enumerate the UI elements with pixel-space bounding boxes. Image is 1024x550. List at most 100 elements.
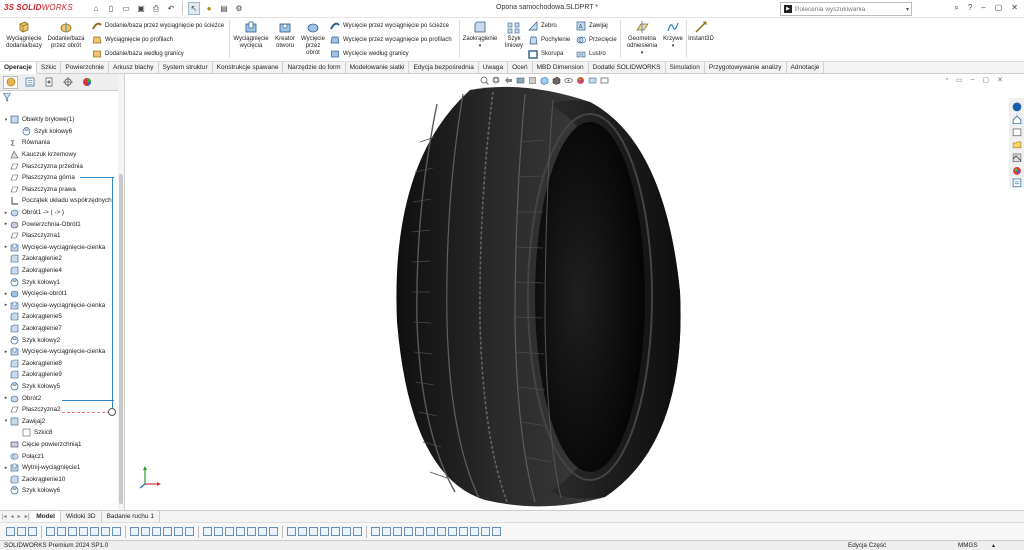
tab-3d-views[interactable]: Widoki 3D <box>61 510 102 523</box>
next-tab-icon[interactable]: ▸ <box>16 513 23 520</box>
tire-model[interactable] <box>375 82 705 512</box>
lofted-boss-button[interactable]: Wyciągnięcie po profilach <box>92 35 173 45</box>
tree-item[interactable]: Szyk kołowy5 <box>0 381 118 393</box>
tree-item[interactable]: ▾ Zawijaj2 <box>0 415 118 427</box>
tree-item[interactable]: Szyk kołowy6 <box>0 485 118 497</box>
draft-analysis-icon[interactable] <box>404 527 413 536</box>
boundary-cut-button[interactable]: Wycięcie według granicy <box>330 49 409 59</box>
tree-item[interactable]: Zaokrąglenie9 <box>0 369 118 381</box>
viewport-tile-icon[interactable]: ▭ <box>956 76 963 84</box>
tree-expander-icon[interactable]: ▸ <box>2 349 10 355</box>
home-icon[interactable]: ⌂ <box>90 2 102 15</box>
select-filter-icon[interactable] <box>6 527 15 536</box>
top-view-icon[interactable] <box>247 527 256 536</box>
tree-item[interactable]: ▸ Wycięcie-wyciągnięcie-cienka <box>0 242 118 254</box>
close-icon[interactable]: ✕ <box>1011 3 1018 13</box>
draft-button[interactable]: Pochylenie <box>528 35 570 45</box>
zebra-icon[interactable] <box>393 527 402 536</box>
tree-item[interactable]: Zaokrąglenie4 <box>0 265 118 277</box>
shell-button[interactable]: Skorupa <box>528 49 563 59</box>
boundary-boss-button[interactable]: Dodanie/baza według granicy <box>92 49 184 59</box>
tree-item[interactable]: Zaokrąglenie10 <box>0 473 118 485</box>
lofted-cut-button[interactable]: Wycięcie przez wyciągnięcie po profilach <box>330 35 452 45</box>
tree-expander-icon[interactable]: ▸ <box>2 244 10 250</box>
rotate-view-icon[interactable] <box>225 527 234 536</box>
tree-item[interactable]: Płaszczyzna2 <box>0 404 118 416</box>
tab-motion-study[interactable]: Badanie ruchu 1 <box>102 510 160 523</box>
tab-structure-system[interactable]: System struktur <box>159 62 213 74</box>
swept-boss-button[interactable]: Dodanie/baza przez wyciągnięcie po ścież… <box>92 21 224 31</box>
tree-item[interactable]: ▾ Obiekty bryłowe(1) <box>0 114 118 126</box>
instant3d-button[interactable]: Instant3D <box>688 20 714 43</box>
feature-manager-tab[interactable] <box>3 75 18 89</box>
tree-item[interactable]: Zaokrąglenie2 <box>0 253 118 265</box>
tree-item[interactable]: ▸ Wycięcie-wyciągnięcie-cienka <box>0 346 118 358</box>
intersect-button[interactable]: Przecięcie <box>576 35 617 45</box>
rib-button[interactable]: Żebro <box>528 21 557 31</box>
check-icon[interactable] <box>459 527 468 536</box>
search-input[interactable] <box>795 5 895 13</box>
extrude-cut-button[interactable]: Wyciągnięcie wycięcia <box>232 20 270 50</box>
tab-simulation[interactable]: Simulation <box>666 62 705 74</box>
viewport-restore-icon[interactable]: ▫ <box>945 76 947 84</box>
tree-item[interactable]: Płaszczyzna prawa <box>0 184 118 196</box>
move-icon[interactable] <box>141 527 150 536</box>
tree-expander-icon[interactable]: ▸ <box>2 302 10 308</box>
zoom-icon[interactable] <box>203 527 212 536</box>
measure-icon[interactable] <box>163 527 172 536</box>
tree-item[interactable]: Początek układu współrzędnych <box>0 195 118 207</box>
tree-scrollbar[interactable] <box>118 74 124 510</box>
last-tab-icon[interactable]: ▸| <box>23 513 32 520</box>
viewport-maximize-icon[interactable]: ▢ <box>983 76 990 84</box>
undo-icon[interactable]: ↶ <box>165 2 177 15</box>
isometric-view-icon[interactable] <box>269 527 278 536</box>
tree-item[interactable]: ▸ Wycięcie-wyciągnięcie-cienka <box>0 300 118 312</box>
file-properties-icon[interactable]: ▤ <box>218 2 230 15</box>
tree-expander-icon[interactable]: ▸ <box>2 395 10 401</box>
swept-cut-button[interactable]: Wycięcie przez wyciągnięcie po ścieżce <box>330 21 449 31</box>
front-view-icon[interactable] <box>236 527 245 536</box>
tab-mesh-modeling[interactable]: Modelowanie siatki <box>346 62 410 74</box>
tree-item[interactable]: Szyk kołowy1 <box>0 276 118 288</box>
rollback-handle[interactable] <box>108 408 116 416</box>
tab-evaluate[interactable]: Oceń <box>508 62 533 74</box>
tab-weldments[interactable]: Konstrukcje spawane <box>213 62 284 74</box>
viewport-minimize-icon[interactable]: – <box>971 76 975 84</box>
restore-icon[interactable]: ▢ <box>995 3 1003 13</box>
reference-geometry-dropdown-icon[interactable]: ▾ <box>641 50 644 57</box>
select-icon[interactable]: ↖ <box>188 2 200 15</box>
compare-icon[interactable] <box>470 527 479 536</box>
mate-icon[interactable] <box>130 527 139 536</box>
view-palette-icon[interactable] <box>1012 140 1022 150</box>
tree-expander-icon[interactable]: ▸ <box>2 291 10 297</box>
tree-item[interactable]: Szyk kołowy6 <box>0 126 118 138</box>
costing-icon[interactable] <box>481 527 490 536</box>
right-view-icon[interactable] <box>258 527 267 536</box>
tab-analysis-preparation[interactable]: Przygotowywanie analizy <box>705 62 787 74</box>
tab-mold-tools[interactable]: Narzędzie do form <box>283 62 346 74</box>
tree-expander-icon[interactable]: ▸ <box>2 210 10 216</box>
display-manager-tab[interactable] <box>79 76 94 89</box>
tree-item[interactable]: Cięcie powierzchnią1 <box>0 439 118 451</box>
unit-system-dropdown-icon[interactable]: ▴ <box>992 542 995 549</box>
hidden-lines-icon[interactable] <box>309 527 318 536</box>
mirror-button[interactable]: Lustro <box>576 49 606 59</box>
viewport-close-icon[interactable]: ✕ <box>997 76 1003 84</box>
tree-expander-icon[interactable]: ▾ <box>2 117 10 123</box>
new-document-icon[interactable]: ▯ <box>105 2 117 15</box>
tree-item[interactable]: Szkic8 <box>0 427 118 439</box>
thickness-icon[interactable] <box>426 527 435 536</box>
tab-sketch[interactable]: Szkic <box>37 62 62 74</box>
search-commands-box[interactable]: ▶ ▾ <box>780 2 912 16</box>
ambient-occlusion-icon[interactable] <box>353 527 362 536</box>
tree-item[interactable]: Σ Równania <box>0 137 118 149</box>
section-icon[interactable] <box>185 527 194 536</box>
tree-item[interactable]: Szyk kołowy2 <box>0 334 118 346</box>
hide-icon[interactable] <box>17 527 26 536</box>
undercut-icon[interactable] <box>415 527 424 536</box>
tree-item[interactable]: Kauczuk krzemowy <box>0 149 118 161</box>
linear-pattern-button[interactable]: Szyk liniowy <box>501 20 527 50</box>
help-icon[interactable]: ? <box>968 3 972 13</box>
tree-expander-icon[interactable]: ▸ <box>2 465 10 471</box>
shaded-icon[interactable] <box>287 527 296 536</box>
